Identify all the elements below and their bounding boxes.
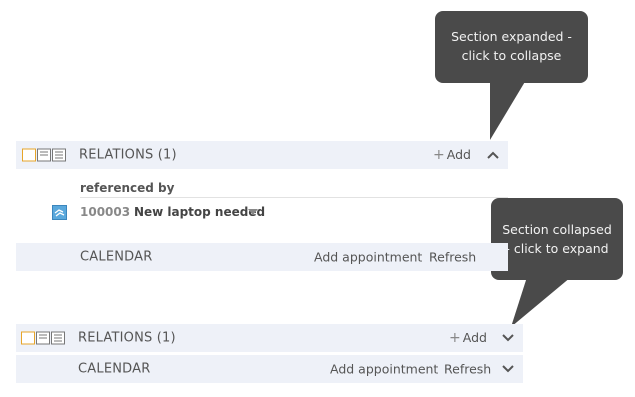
relations-add-button[interactable]: + Add xyxy=(433,147,471,163)
tooltip-expanded-pointer xyxy=(490,80,526,140)
referenced-by-heading: referenced by xyxy=(80,181,175,195)
view-mode-2-icon[interactable] xyxy=(36,331,50,345)
calendar-section-header-expanded[interactable]: CALENDAR Add appointment Refresh xyxy=(16,243,508,271)
refresh-button[interactable]: Refresh xyxy=(429,250,476,265)
view-mode-1-icon[interactable] xyxy=(22,148,36,162)
plus-icon: + xyxy=(449,330,461,346)
view-mode-switcher xyxy=(22,148,66,162)
calendar-title: CALENDAR xyxy=(78,361,151,377)
relations-section-header-expanded[interactable]: RELATIONS (1) + Add xyxy=(16,141,508,169)
chevron-down-icon[interactable] xyxy=(501,333,515,343)
view-mode-3-icon[interactable] xyxy=(51,331,65,345)
relations-title: RELATIONS (1) xyxy=(78,330,176,346)
calendar-title: CALENDAR xyxy=(80,249,153,265)
relations-add-label: Add xyxy=(462,330,487,345)
referenced-by-divider xyxy=(80,197,508,198)
tooltip-expanded-line1: Section expanded - xyxy=(451,29,572,44)
tooltip-section-expanded: Section expanded - click to collapse xyxy=(435,11,588,83)
relations-section-header-collapsed[interactable]: RELATIONS (1) + Add xyxy=(16,324,523,352)
calendar-section-header-collapsed[interactable]: CALENDAR Add appointment Refresh xyxy=(16,355,523,383)
add-appointment-button[interactable]: Add appointment xyxy=(314,250,422,265)
tooltip-collapsed-line1: Section collapsed xyxy=(502,222,612,237)
list-item[interactable]: 100003 New laptop needed xyxy=(52,204,282,222)
chevron-down-icon[interactable] xyxy=(501,364,515,374)
view-mode-1-icon[interactable] xyxy=(21,331,35,345)
item-id[interactable]: 100003 xyxy=(80,205,130,219)
caret-down-icon[interactable] xyxy=(248,209,258,216)
relations-add-button[interactable]: + Add xyxy=(449,330,487,346)
ticket-icon xyxy=(52,205,67,220)
view-mode-switcher xyxy=(21,331,65,345)
relations-title: RELATIONS (1) xyxy=(79,147,177,163)
view-mode-2-icon[interactable] xyxy=(37,148,51,162)
add-appointment-button[interactable]: Add appointment xyxy=(330,362,438,377)
plus-icon: + xyxy=(433,147,445,163)
item-title[interactable]: New laptop needed xyxy=(134,205,265,219)
chevron-up-icon[interactable] xyxy=(486,150,500,160)
tooltip-collapsed-line2: - click to expand xyxy=(505,241,609,256)
tooltip-expanded-line2: click to collapse xyxy=(461,48,562,63)
relations-add-label: Add xyxy=(446,147,471,162)
tooltip-section-collapsed: Section collapsed - click to expand xyxy=(491,198,623,280)
tooltip-collapsed-pointer xyxy=(511,277,571,327)
refresh-button[interactable]: Refresh xyxy=(444,362,491,377)
view-mode-3-icon[interactable] xyxy=(52,148,66,162)
